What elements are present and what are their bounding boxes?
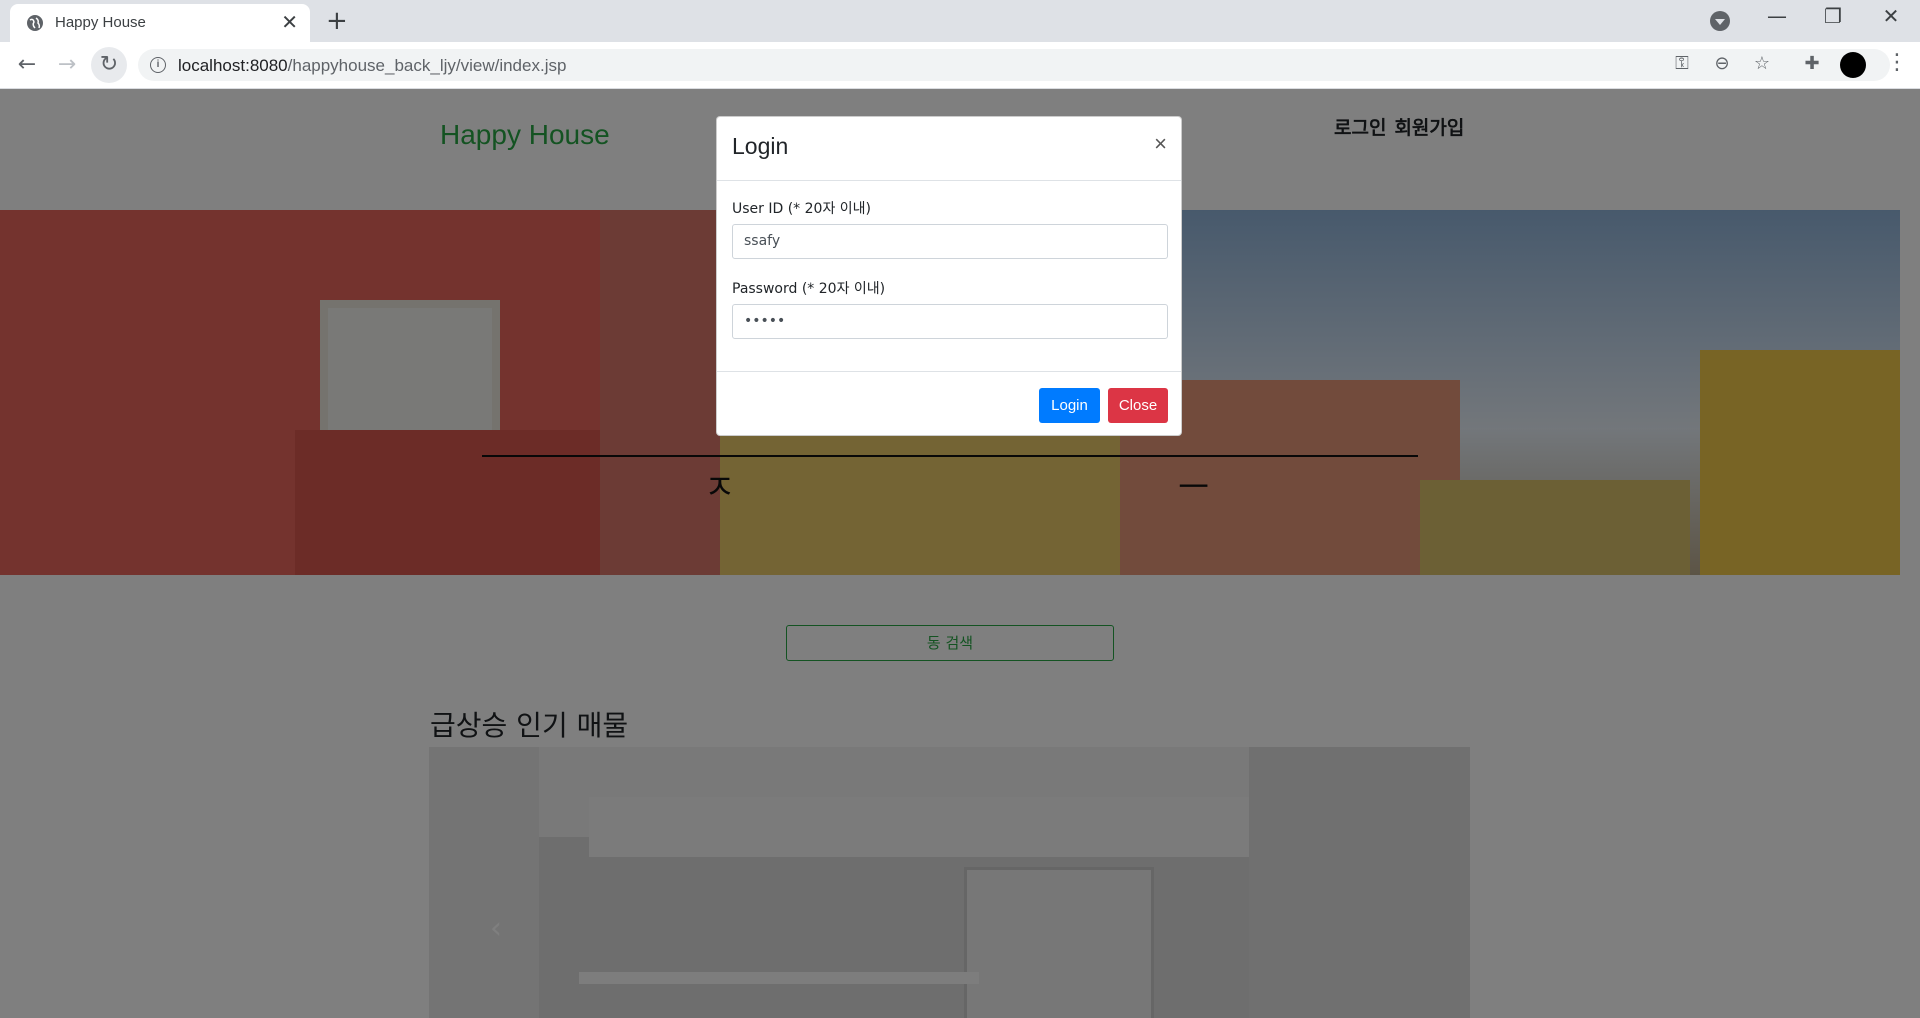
modal-footer: Login Close: [717, 371, 1181, 436]
back-icon[interactable]: ←: [12, 50, 42, 80]
restore-icon[interactable]: ❐: [1813, 4, 1853, 28]
forward-icon[interactable]: →: [52, 50, 82, 80]
minimize-icon[interactable]: —: [1757, 4, 1797, 28]
tab-title: Happy House: [55, 14, 146, 31]
close-button[interactable]: Close: [1108, 388, 1168, 423]
profile-avatar[interactable]: [1840, 52, 1866, 78]
new-tab-button[interactable]: +: [326, 6, 348, 36]
modal-close-icon[interactable]: ×: [1154, 131, 1167, 157]
modal-title: Login: [732, 133, 789, 159]
reload-icon[interactable]: ↻: [94, 50, 124, 80]
globe-icon: [27, 15, 43, 31]
password-input[interactable]: •••••: [732, 304, 1168, 339]
extensions-icon[interactable]: ✚: [1800, 52, 1824, 76]
url-text[interactable]: localhost:8080/happyhouse_back_ljy/view/…: [178, 56, 566, 76]
key-icon[interactable]: ⚿: [1670, 52, 1694, 76]
password-label: Password (* 20자 이내): [732, 281, 886, 297]
userid-label: User ID (* 20자 이내): [732, 201, 871, 217]
login-modal: Login × User ID (* 20자 이내) ssafy Passwor…: [716, 116, 1182, 436]
tab-close-icon[interactable]: ✕: [281, 10, 298, 34]
modal-header: Login ×: [717, 117, 1181, 181]
menu-kebab-icon[interactable]: ⋮: [1886, 50, 1908, 75]
userid-input[interactable]: ssafy: [732, 224, 1168, 259]
window-close-icon[interactable]: ✕: [1871, 4, 1911, 28]
site-info-icon[interactable]: i: [150, 57, 166, 73]
browser-toolbar: ← → ↻ i localhost:8080/happyhouse_back_l…: [0, 42, 1920, 89]
bookmark-star-icon[interactable]: ☆: [1750, 52, 1774, 76]
login-button[interactable]: Login: [1039, 388, 1100, 423]
browser-tab[interactable]: Happy House ✕: [10, 4, 310, 42]
browser-tab-bar: Happy House ✕ + — ❐ ✕: [0, 0, 1920, 42]
tab-search-icon[interactable]: [1710, 11, 1730, 31]
address-bar[interactable]: i localhost:8080/happyhouse_back_ljy/vie…: [138, 49, 1890, 81]
zoom-out-icon[interactable]: ⊖: [1710, 52, 1734, 76]
